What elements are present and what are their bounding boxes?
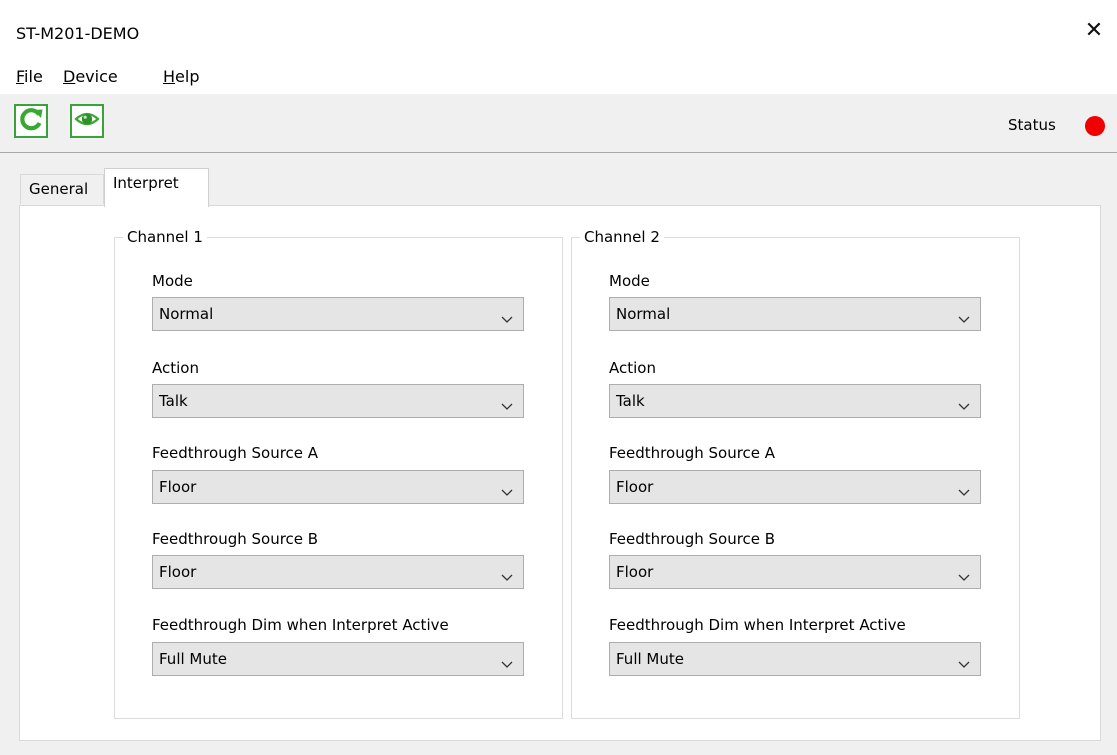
status-indicator (1085, 116, 1105, 136)
mode-label: Mode (152, 272, 193, 290)
tab-label: General (29, 180, 89, 198)
eye-icon (74, 106, 100, 136)
chevron-down-icon (501, 397, 513, 415)
dropdown-value: Normal (616, 305, 671, 323)
feedthrough-source-b-dropdown[interactable]: Floor (609, 555, 981, 589)
action-label: Action (609, 359, 656, 377)
refresh-button[interactable] (14, 104, 48, 138)
dropdown-value: Floor (616, 478, 654, 496)
tab-general[interactable]: General (20, 174, 104, 204)
chevron-down-icon (958, 655, 970, 673)
action-dropdown[interactable]: Talk (152, 384, 524, 418)
feedthrough-dim-dropdown[interactable]: Full Mute (152, 642, 524, 676)
tab-label: Interpret (113, 174, 179, 192)
group-title: Channel 2 (580, 228, 664, 246)
channel-2-group: Channel 2 Mode Normal Action Talk Feedth… (571, 228, 1020, 719)
feedthrough-source-a-dropdown[interactable]: Floor (152, 470, 524, 504)
dropdown-value: Normal (159, 305, 214, 323)
dropdown-value: Full Mute (616, 650, 684, 668)
interpret-panel: Channel 1 Mode Normal Action Talk Feedth… (19, 205, 1101, 741)
feedthrough-source-b-dropdown[interactable]: Floor (152, 555, 524, 589)
feedthrough-source-b-label: Feedthrough Source B (609, 530, 776, 548)
menu-help[interactable]: Help (163, 67, 199, 86)
feedthrough-source-a-label: Feedthrough Source A (609, 444, 776, 462)
chevron-down-icon (501, 655, 513, 673)
feedthrough-dim-dropdown[interactable]: Full Mute (609, 642, 981, 676)
close-icon: ✕ (1084, 18, 1104, 43)
feedthrough-source-b-label: Feedthrough Source B (152, 530, 319, 548)
toolbar: Status (0, 94, 1117, 153)
action-label: Action (152, 359, 199, 377)
dropdown-value: Talk (159, 392, 188, 410)
dropdown-value: Full Mute (159, 650, 227, 668)
feedthrough-source-a-dropdown[interactable]: Floor (609, 470, 981, 504)
title-bar: ST-M201-DEMO ✕ (0, 0, 1117, 62)
status-label: Status (1008, 116, 1056, 134)
group-title: Channel 1 (123, 228, 207, 246)
dropdown-value: Talk (616, 392, 645, 410)
monitor-button[interactable] (70, 104, 104, 138)
feedthrough-dim-label: Feedthrough Dim when Interpret Active (152, 616, 449, 634)
mode-dropdown[interactable]: Normal (152, 297, 524, 331)
dropdown-value: Floor (159, 478, 197, 496)
feedthrough-source-a-label: Feedthrough Source A (152, 444, 319, 462)
mode-dropdown[interactable]: Normal (609, 297, 981, 331)
chevron-down-icon (958, 397, 970, 415)
dropdown-value: Floor (159, 563, 197, 581)
menu-device[interactable]: Device (63, 67, 118, 86)
chevron-down-icon (501, 568, 513, 586)
refresh-icon (18, 106, 44, 136)
action-dropdown[interactable]: Talk (609, 384, 981, 418)
feedthrough-dim-label: Feedthrough Dim when Interpret Active (609, 616, 906, 634)
chevron-down-icon (958, 568, 970, 586)
menu-bar: File Device Help (0, 62, 1117, 94)
close-button[interactable]: ✕ (1071, 10, 1117, 52)
chevron-down-icon (501, 483, 513, 501)
tab-interpret[interactable]: Interpret (104, 168, 209, 207)
menu-file[interactable]: File (16, 67, 43, 86)
chevron-down-icon (501, 310, 513, 328)
dropdown-value: Floor (616, 563, 654, 581)
window-title: ST-M201-DEMO (16, 24, 140, 43)
mode-label: Mode (609, 272, 650, 290)
channel-1-group: Channel 1 Mode Normal Action Talk Feedth… (114, 228, 563, 719)
chevron-down-icon (958, 483, 970, 501)
chevron-down-icon (958, 310, 970, 328)
